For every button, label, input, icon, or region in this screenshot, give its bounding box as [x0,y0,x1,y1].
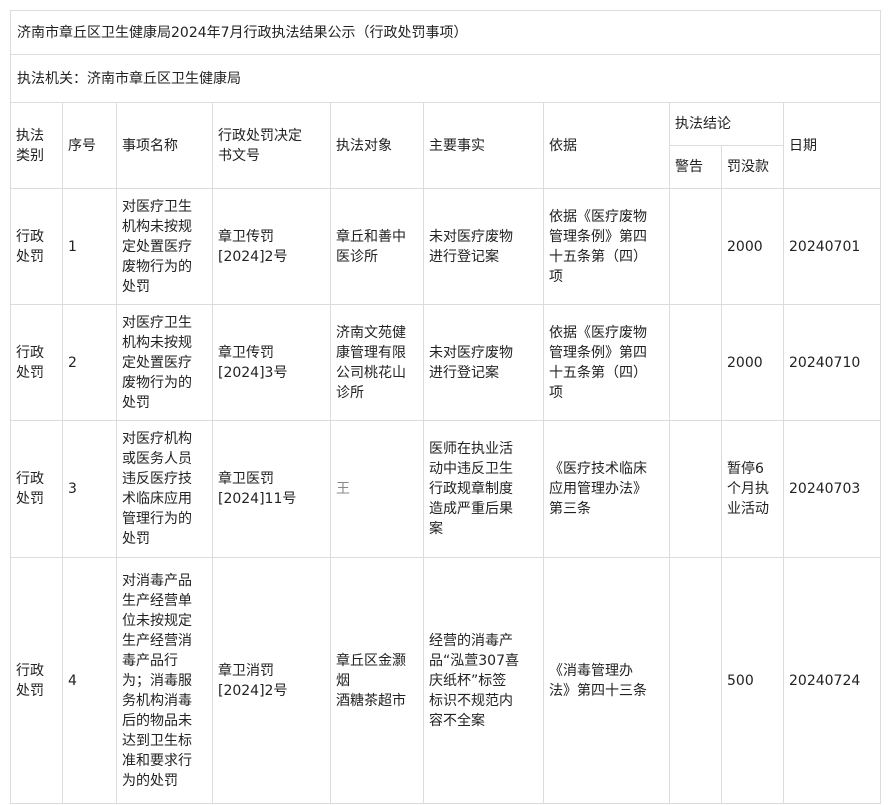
cell-doc-no: 章卫医罚 [2024]11号 [212,420,331,558]
header-category-line2: 类别 [16,147,44,164]
header-basis: 依据 [543,102,670,189]
cell-item: 对医疗卫生 机构未按规 定处置医疗 废物行为的 处罚 [116,304,213,421]
cell-date: 20240724 [782,557,882,804]
cell-date: 20240710 [782,304,882,421]
cell-facts: 医师在执业活 动中违反卫生 行政规章制度 造成严重后果案 [423,420,544,558]
cell-item: 对医疗卫生 机构未按规 定处置医疗 废物行为的 处罚 [116,188,213,305]
cell-warning [669,188,722,305]
cell-category: 行政 处罚 [10,188,63,305]
cell-date: 20240703 [782,420,882,558]
cell-target: 章丘和善中 医诊所 [330,188,424,305]
cell-basis: 《消毒管理办 法》第四十三条 [543,557,670,804]
cell-basis: 依据《医疗废物 管理条例》第四 十五条第（四）项 [543,188,670,305]
header-category-line1: 执法 [16,127,44,144]
header-doc-no: 行政处罚决定 书文号 [212,102,331,189]
cell-seq: 4 [62,557,117,804]
cell-seq: 1 [62,188,117,305]
cell-date: 20240701 [782,188,882,305]
header-date: 日期 [782,102,882,189]
header-category: 执法 类别 [10,102,63,189]
cell-facts: 未对医疗废物 进行登记案 [423,188,544,305]
cell-target: 济南文苑健 康管理有限 公司桃花山 诊所 [330,304,424,421]
header-seq: 序号 [62,102,117,189]
cell-category: 行政 处罚 [10,420,63,558]
penalty-table: 济南市章丘区卫生健康局2024年7月行政执法结果公示（行政处罚事项） 执法机关：… [9,10,882,804]
cell-doc-no: 章卫传罚 [2024]2号 [212,188,331,305]
page-title: 济南市章丘区卫生健康局2024年7月行政执法结果公示（行政处罚事项） [9,10,882,55]
cell-target: 王 [330,420,424,558]
cell-fine: 2000 [721,188,784,305]
cell-seq: 3 [62,420,117,558]
header-target: 执法对象 [330,102,424,189]
header-doc-no-line2: 书文号 [218,147,260,164]
cell-seq: 2 [62,304,117,421]
cell-facts: 经营的消毒产 品“泓萱307喜 庆纸杯”标签 标识不规范内 容不全案 [423,557,544,804]
cell-fine: 2000 [721,304,784,421]
cell-warning [669,420,722,558]
cell-item: 对消毒产品 生产经营单 位未按规定 生产经营消 毒产品行 为；消毒服 务机构消毒 后的物品未达… [116,557,213,804]
agency-line: 执法机关：济南市章丘区卫生健康局 [9,54,882,103]
cell-doc-no: 章卫传罚 [2024]3号 [212,304,331,421]
cell-warning [669,304,722,421]
table-row: 行政 处罚 2 对医疗卫生 机构未按规 定处置医疗 废物行为的 处罚 章卫传罚 [2024]3号济… [10,304,882,421]
cell-fine: 暂停6 个月执 业活动 [721,420,784,558]
table-row: 行政 处罚 1 对医疗卫生 机构未按规 定处置医疗 废物行为的 处罚 章卫传罚 [2024]2号章… [10,188,882,305]
header-warning: 警告 [669,145,722,189]
cell-basis: 《医疗技术临床 应用管理办法》 第三条 [543,420,670,558]
cell-facts: 未对医疗废物 进行登记案 [423,304,544,421]
cell-basis: 依据《医疗废物 管理条例》第四 十五条第（四）项 [543,304,670,421]
header-conclusion: 执法结论 [669,102,784,146]
header-doc-no-line1: 行政处罚决定 [218,127,302,144]
cell-target: 章丘区金灏烟酒糖茶超市 [330,557,424,804]
table-row: 行政 处罚 3 对医疗机构 或医务人员 违反医疗技 术临床应用 管理行为的 处罚 章卫医罚 [202… [10,420,882,558]
header-fine: 罚没款 [721,145,784,189]
cell-category: 行政 处罚 [10,557,63,804]
cell-item: 对医疗机构 或医务人员 违反医疗技 术临床应用 管理行为的 处罚 [116,420,213,558]
cell-warning [669,557,722,804]
cell-category: 行政 处罚 [10,304,63,421]
header-item: 事项名称 [116,102,213,189]
header-facts: 主要事实 [423,102,544,189]
cell-doc-no: 章卫消罚 [2024]2号 [212,557,331,804]
table-row: 行政 处罚 4 对消毒产品 生产经营单 位未按规定 生产经营消 毒产品行 为；消毒服 务机构消毒后… [10,557,882,804]
cell-fine: 500 [721,557,784,804]
